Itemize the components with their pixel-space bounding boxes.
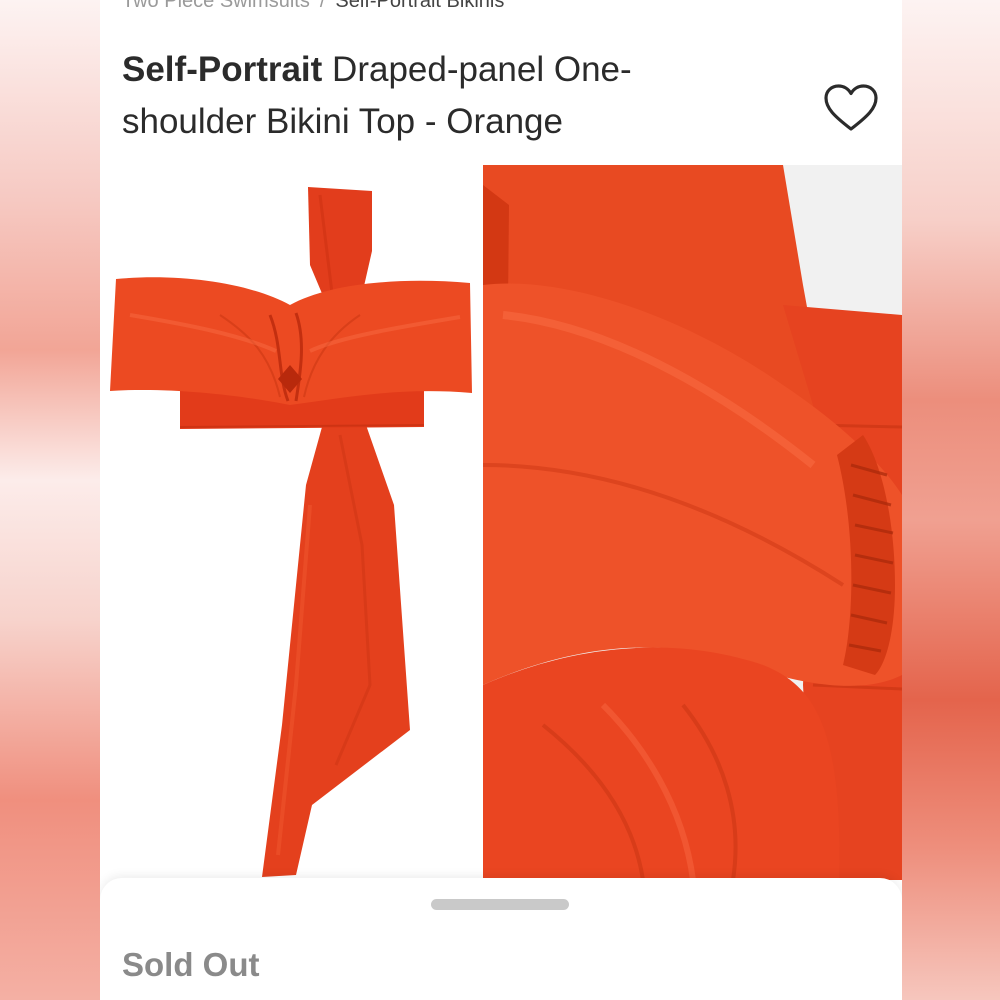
breadcrumb: Two Piece Swimsuits / Self-Portrait Bikini… [122,0,504,14]
background-blur-left [0,0,100,1000]
product-photo-detail[interactable] [483,165,902,880]
product-photo-front[interactable] [100,165,478,880]
breadcrumb-item-subcategory[interactable]: Self-Portrait Bikinis [335,0,504,12]
sheet-drag-handle[interactable] [431,899,569,910]
like-button[interactable] [822,82,880,134]
breadcrumb-item-category[interactable]: Two Piece Swimsuits [122,0,310,12]
listing-card: Two Piece Swimsuits / Self-Portrait Bikini… [100,0,902,1000]
background-blur-right [902,0,1000,1000]
bikini-detail-illustration [483,165,902,880]
bikini-top-illustration [110,187,472,877]
bottom-sheet: Sold Out [100,878,902,1000]
product-brand[interactable]: Self-Portrait [122,50,322,89]
product-title: Self-Portrait Draped-panel One-shoulder … [122,44,762,148]
heart-outline-icon [824,84,878,131]
breadcrumb-separator: / [319,0,326,12]
sold-out-status: Sold Out [122,946,260,983]
